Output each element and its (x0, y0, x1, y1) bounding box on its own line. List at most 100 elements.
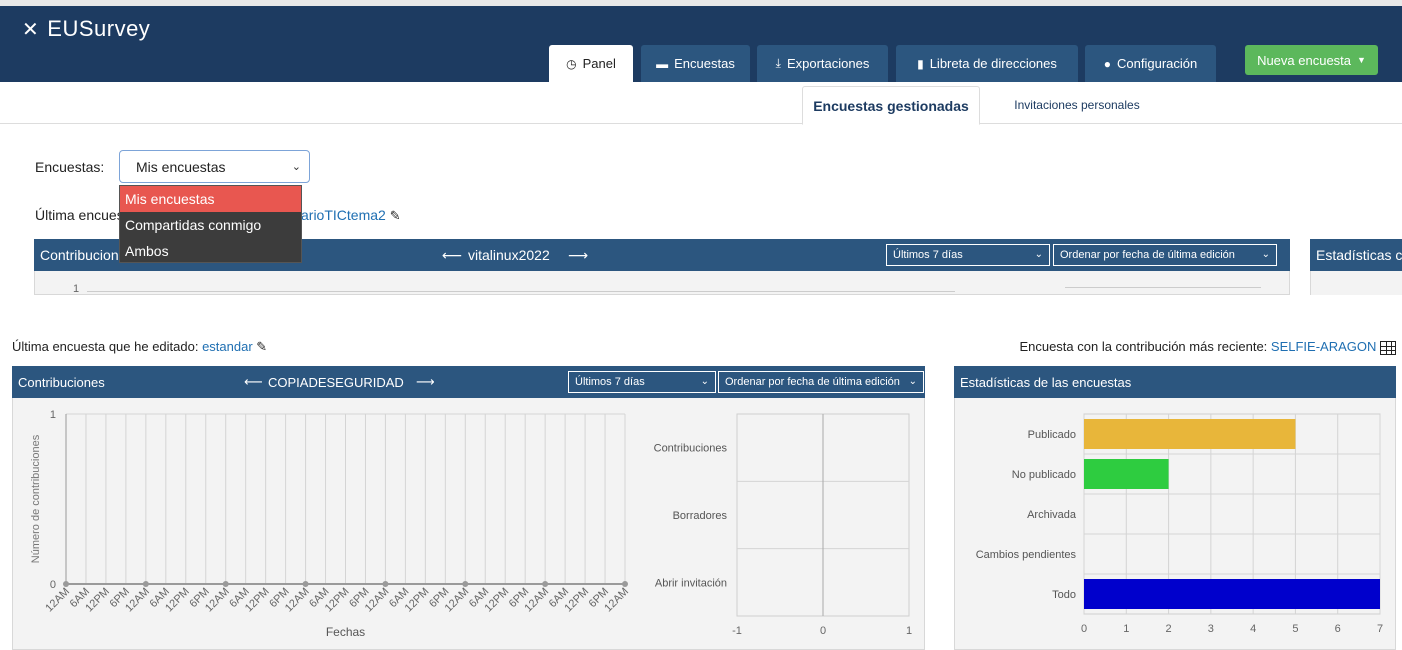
y-tick: 1 (73, 283, 80, 295)
logo-text: EUSurvey (47, 16, 151, 41)
lower-recent-contribution: Encuesta con la contribución más recient… (1019, 339, 1396, 355)
new-survey-label: Nueva encuesta (1257, 52, 1352, 68)
tab-label: Exportaciones (786, 56, 870, 71)
upper-stats-area (1310, 271, 1402, 295)
category-label: Cambios pendientes (976, 549, 1077, 561)
chevron-down-icon: ⌄ (1261, 249, 1270, 260)
subtab-invitaciones[interactable]: Invitaciones personales (990, 86, 1164, 124)
x-tick-label: 6 (1335, 623, 1341, 635)
last-edited-prefix: Última encuesta que he editado: (12, 339, 203, 354)
lower-order-select[interactable]: Ordenar por fecha de última edición ⌄ (718, 371, 924, 393)
category-label: Todo (1052, 589, 1076, 601)
x-tick-label: 1 (1123, 623, 1129, 635)
category-label: Publicado (1028, 429, 1076, 441)
bar (1084, 459, 1169, 489)
dropdown-option-ambos[interactable]: Ambos (120, 238, 301, 264)
subtab-encuestas-gestionadas[interactable]: Encuestas gestionadas (802, 86, 980, 125)
y-tick-label: 1 (50, 409, 56, 421)
bar (1084, 419, 1296, 449)
panel-title: Contribuciones (18, 374, 105, 390)
x-axis-title: Fechas (326, 625, 365, 639)
lower-contributions-panel: 0 1 12AM 6AM 12PM 6PM 12AM 6AM 12PM 6PM 12AM 6AM 12P… (12, 398, 925, 650)
surveys-filter-select[interactable]: Mis encuestas ⌄ (119, 150, 310, 183)
upper-period-select[interactable]: Últimos 7 días ⌄ (886, 244, 1050, 266)
tab-encuestas[interactable]: ▬ Encuestas (641, 45, 750, 82)
survey-name: vitalinux2022 (468, 247, 550, 263)
chevron-down-icon: ⌄ (291, 161, 301, 173)
lower-period-select[interactable]: Últimos 7 días ⌄ (568, 371, 716, 393)
panel-title: Estadísticas c (1316, 247, 1402, 263)
x-tick-label: 3 (1208, 623, 1214, 635)
surveys-filter-label: Encuestas: (35, 159, 105, 175)
gridline (87, 291, 955, 292)
lower-last-edited: Última encuesta que he editado: estandar… (12, 339, 267, 355)
recent-link[interactable]: SELFIE-ARAGON (1271, 339, 1376, 354)
tab-label: Panel (582, 56, 616, 71)
bar (1084, 579, 1380, 609)
tab-label: Libreta de direcciones (929, 56, 1057, 71)
dashboard-icon: ◷ (566, 56, 577, 71)
select-value: Ordenar por fecha de última edición (1060, 249, 1235, 261)
new-survey-button[interactable]: Nueva encuesta ▼ (1245, 45, 1378, 75)
chevron-down-icon: ⌄ (700, 376, 709, 387)
gridline (1065, 287, 1261, 288)
category-label: Contribuciones (654, 443, 728, 455)
upper-last-edited-link-wrap: arioTICtema2 ✎ (301, 207, 401, 224)
x-tick-label: 7 (1377, 623, 1383, 635)
arrow-right-icon[interactable]: ⟶ (568, 247, 588, 264)
lower-contributions-header: Contribuciones ⟵ COPIADESEGURIDAD ⟶ Últi… (12, 366, 925, 398)
table-icon[interactable] (1380, 340, 1396, 355)
last-edited-link[interactable]: estandar (202, 339, 253, 354)
panel-title: Contribucion (40, 247, 119, 263)
tab-panel[interactable]: ◷ Panel (549, 45, 633, 82)
dropdown-option-mis-encuestas[interactable]: Mis encuestas (120, 186, 301, 212)
dropdown-option-compartidas[interactable]: Compartidas conmigo (120, 212, 301, 238)
x-tick-label: 4 (1250, 623, 1256, 635)
x-tick-label: 0 (1081, 623, 1087, 635)
panel-title: Estadísticas de las encuestas (960, 374, 1132, 390)
last-edited-prefix: Última encues (35, 207, 124, 223)
tab-libreta[interactable]: ▮ Libreta de direcciones (896, 45, 1078, 82)
y-tick-label: 0 (50, 579, 56, 591)
x-tick-label: 2 (1166, 623, 1172, 635)
contributions-line-chart: 0112AM6AM12PM6PM12AM6AM12PM6PM12AM6AM12P… (30, 409, 912, 639)
survey-stats-bar-chart: 0 1 2 3 4 5 6 7 Publicado No publicado Archivada Ca… (976, 413, 1383, 635)
tab-configuracion[interactable]: ● Configuración (1085, 45, 1216, 82)
select-value: Últimos 7 días (893, 249, 963, 261)
caret-down-icon: ▼ (1357, 55, 1366, 65)
pencil-icon[interactable]: ✎ (256, 339, 267, 354)
category-label: Borradores (673, 510, 728, 522)
upper-last-edited: Última encues (35, 207, 124, 223)
lower-stats-panel: 0 1 2 3 4 5 6 7 Publicado No publicado Archivada Ca… (954, 398, 1396, 650)
tab-exportaciones[interactable]: ⤓ Exportaciones (757, 45, 888, 82)
x-tick-label: 5 (1292, 623, 1298, 635)
upper-order-select[interactable]: Ordenar por fecha de última edición ⌄ (1053, 244, 1277, 266)
chevron-down-icon: ⌄ (1034, 249, 1043, 260)
x-tick-label: 0 (820, 625, 826, 637)
arrow-left-icon[interactable]: ⟵ (244, 374, 263, 390)
lower-stats-header: Estadísticas de las encuestas (954, 366, 1396, 398)
select-value: Últimos 7 días (575, 376, 645, 388)
arrow-right-icon[interactable]: ⟶ (416, 374, 435, 390)
select-value: Mis encuestas (136, 158, 226, 175)
export-icon: ⤓ (775, 56, 781, 70)
book-icon: ▮ (917, 56, 924, 71)
tab-label: Configuración (1117, 56, 1198, 71)
comment-icon: ▬ (656, 56, 669, 71)
category-label: Archivada (1027, 509, 1077, 521)
app-logo[interactable]: ✕ EUSurvey (22, 16, 150, 42)
last-edited-link[interactable]: arioTICtema2 (301, 207, 386, 223)
upper-chart-area: 1 (34, 271, 1290, 295)
upper-stats-header: Estadísticas c (1310, 239, 1402, 271)
x-tick-label: -1 (732, 625, 742, 637)
surveys-filter-dropdown: Mis encuestas Compartidas conmigo Ambos (119, 185, 302, 263)
arrow-left-icon[interactable]: ⟵ (442, 247, 462, 264)
tab-label: Encuestas (674, 56, 735, 71)
subtabs-bar: Encuestas gestionadas Invitaciones perso… (0, 82, 1402, 125)
pencil-icon[interactable]: ✎ (390, 208, 401, 223)
recent-prefix: Encuesta con la contribución más recient… (1019, 339, 1271, 354)
survey-name: COPIADESEGURIDAD (268, 374, 404, 390)
category-label: Abrir invitación (655, 577, 727, 589)
x-tick-label: 12AM (43, 586, 72, 615)
subtab-label: Encuestas gestionadas (813, 97, 969, 114)
